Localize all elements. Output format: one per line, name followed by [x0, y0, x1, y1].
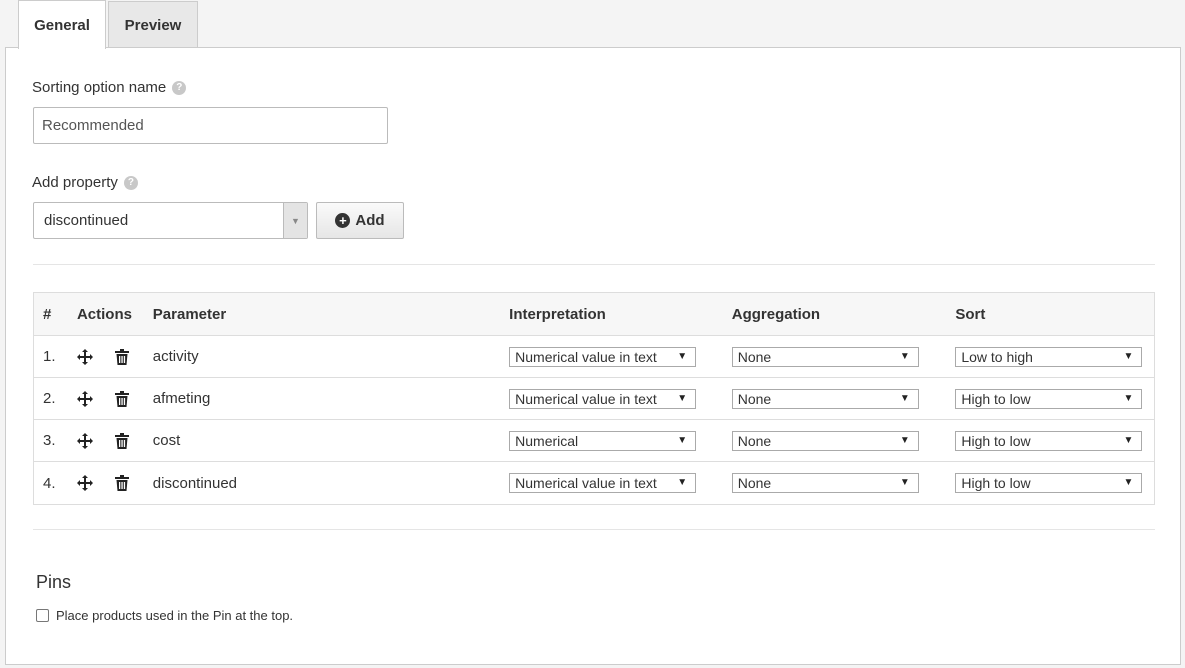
row-actions: [76, 475, 153, 491]
trash-icon[interactable]: [114, 348, 129, 365]
header-aggregation: Aggregation: [731, 305, 821, 323]
pin-top-checkbox[interactable]: [36, 609, 49, 622]
sort-value: High to low: [961, 390, 1031, 407]
row-number: 4.: [43, 474, 56, 492]
row-number: 2.: [43, 390, 56, 407]
interpretation-select[interactable]: Numerical value in text ▼: [509, 473, 697, 493]
aggregation-value: None: [737, 432, 772, 449]
aggregation-value: None: [737, 348, 772, 365]
aggregation-value: None: [737, 390, 772, 407]
pin-top-label: Place products used in the Pin at the to…: [56, 608, 294, 623]
sorting-option-name-input[interactable]: [33, 107, 388, 144]
pins-title: Pins: [36, 572, 72, 592]
tab-general[interactable]: General: [18, 0, 106, 49]
header-actions: Actions: [76, 305, 132, 323]
sort-select[interactable]: High to low ▼: [955, 430, 1143, 451]
chevron-down-icon: ▼: [1123, 350, 1134, 362]
parameters-table: # Actions Parameter Interpretation Aggre…: [33, 292, 1155, 505]
interpretation-select[interactable]: Numerical value in text ▼: [509, 388, 697, 409]
header-sort: Sort: [955, 305, 986, 323]
add-property-select-value: discontinued: [44, 212, 129, 229]
add-property-label: Add property ?: [32, 174, 138, 191]
add-property-select[interactable]: discontinued ▼: [33, 202, 308, 239]
sorting-option-name-label-text: Sorting option name: [32, 79, 167, 96]
add-button-label: Add: [355, 212, 385, 229]
add-property-button[interactable]: + Add: [316, 202, 404, 239]
chevron-down-icon[interactable]: ▼: [283, 203, 307, 238]
interpretation-value: Numerical: [515, 432, 579, 449]
sort-select[interactable]: High to low ▼: [955, 473, 1143, 493]
interpretation-value: Numerical value in text: [515, 475, 657, 491]
chevron-down-icon: ▼: [899, 392, 910, 404]
move-icon[interactable]: [76, 348, 93, 365]
row-actions: [76, 432, 153, 449]
move-icon[interactable]: [76, 475, 93, 491]
chevron-down-icon: ▼: [899, 477, 910, 488]
row-number: 1.: [43, 348, 56, 365]
divider: [33, 529, 1155, 530]
plus-circle-icon: +: [335, 213, 351, 228]
help-icon[interactable]: ?: [123, 175, 138, 190]
row-parameter: discontinued: [152, 474, 238, 492]
tab-preview[interactable]: Preview: [108, 1, 198, 48]
interpretation-value: Numerical value in text: [515, 390, 657, 407]
row-number: 3.: [43, 432, 56, 449]
interpretation-value: Numerical value in text: [515, 348, 657, 365]
trash-icon[interactable]: [114, 432, 129, 449]
aggregation-select[interactable]: None ▼: [731, 473, 919, 493]
chevron-down-icon: ▼: [677, 434, 688, 446]
chevron-down-icon: ▼: [1123, 434, 1134, 446]
chevron-down-icon: ▼: [677, 477, 688, 488]
sort-value: High to low: [961, 432, 1031, 449]
row-parameter: afmeting: [152, 390, 211, 407]
move-icon[interactable]: [76, 432, 93, 449]
header-parameter: Parameter: [152, 305, 227, 323]
aggregation-select[interactable]: None ▼: [731, 346, 919, 367]
chevron-down-icon: ▼: [899, 350, 910, 362]
pin-top-option[interactable]: Place products used in the Pin at the to…: [36, 608, 293, 623]
aggregation-select[interactable]: None ▼: [731, 430, 919, 451]
chevron-down-icon: ▼: [1123, 392, 1134, 404]
header-num: #: [43, 305, 52, 323]
header-interpretation: Interpretation: [509, 305, 606, 323]
general-panel: Sorting option name ? Add property ? dis…: [5, 47, 1181, 665]
table-header: # Actions Parameter Interpretation Aggre…: [34, 293, 1154, 336]
table-row: 4. discontinued Numerical value in text ▼…: [34, 462, 1154, 504]
interpretation-select[interactable]: Numerical ▼: [509, 430, 697, 451]
chevron-down-icon: ▼: [677, 350, 688, 362]
aggregation-select[interactable]: None ▼: [731, 388, 919, 409]
row-actions: [76, 390, 153, 407]
help-icon[interactable]: ?: [172, 80, 187, 95]
row-parameter: activity: [152, 348, 199, 365]
sort-value: Low to high: [961, 348, 1033, 365]
table-row: 3. cost Numerical ▼ None ▼ High to low ▼: [34, 420, 1154, 462]
trash-icon[interactable]: [114, 475, 129, 491]
row-parameter: cost: [152, 432, 181, 449]
sort-value: High to low: [961, 475, 1031, 491]
chevron-down-icon: ▼: [677, 392, 688, 404]
sort-select[interactable]: Low to high ▼: [955, 346, 1143, 367]
row-actions: [76, 348, 153, 365]
sorting-option-name-label: Sorting option name ?: [32, 79, 187, 96]
aggregation-value: None: [737, 475, 772, 491]
trash-icon[interactable]: [114, 390, 129, 407]
chevron-down-icon: ▼: [1123, 477, 1134, 488]
interpretation-select[interactable]: Numerical value in text ▼: [509, 346, 697, 367]
sort-select[interactable]: High to low ▼: [955, 388, 1143, 409]
add-property-label-text: Add property: [32, 174, 118, 191]
table-row: 2. afmeting Numerical value in text ▼ Non…: [34, 378, 1154, 420]
move-icon[interactable]: [76, 390, 93, 407]
chevron-down-icon: ▼: [899, 434, 910, 446]
table-row: 1. activity Numerical value in text ▼ Non…: [34, 336, 1154, 378]
divider: [33, 264, 1155, 265]
tab-bar: General Preview: [18, 0, 198, 49]
